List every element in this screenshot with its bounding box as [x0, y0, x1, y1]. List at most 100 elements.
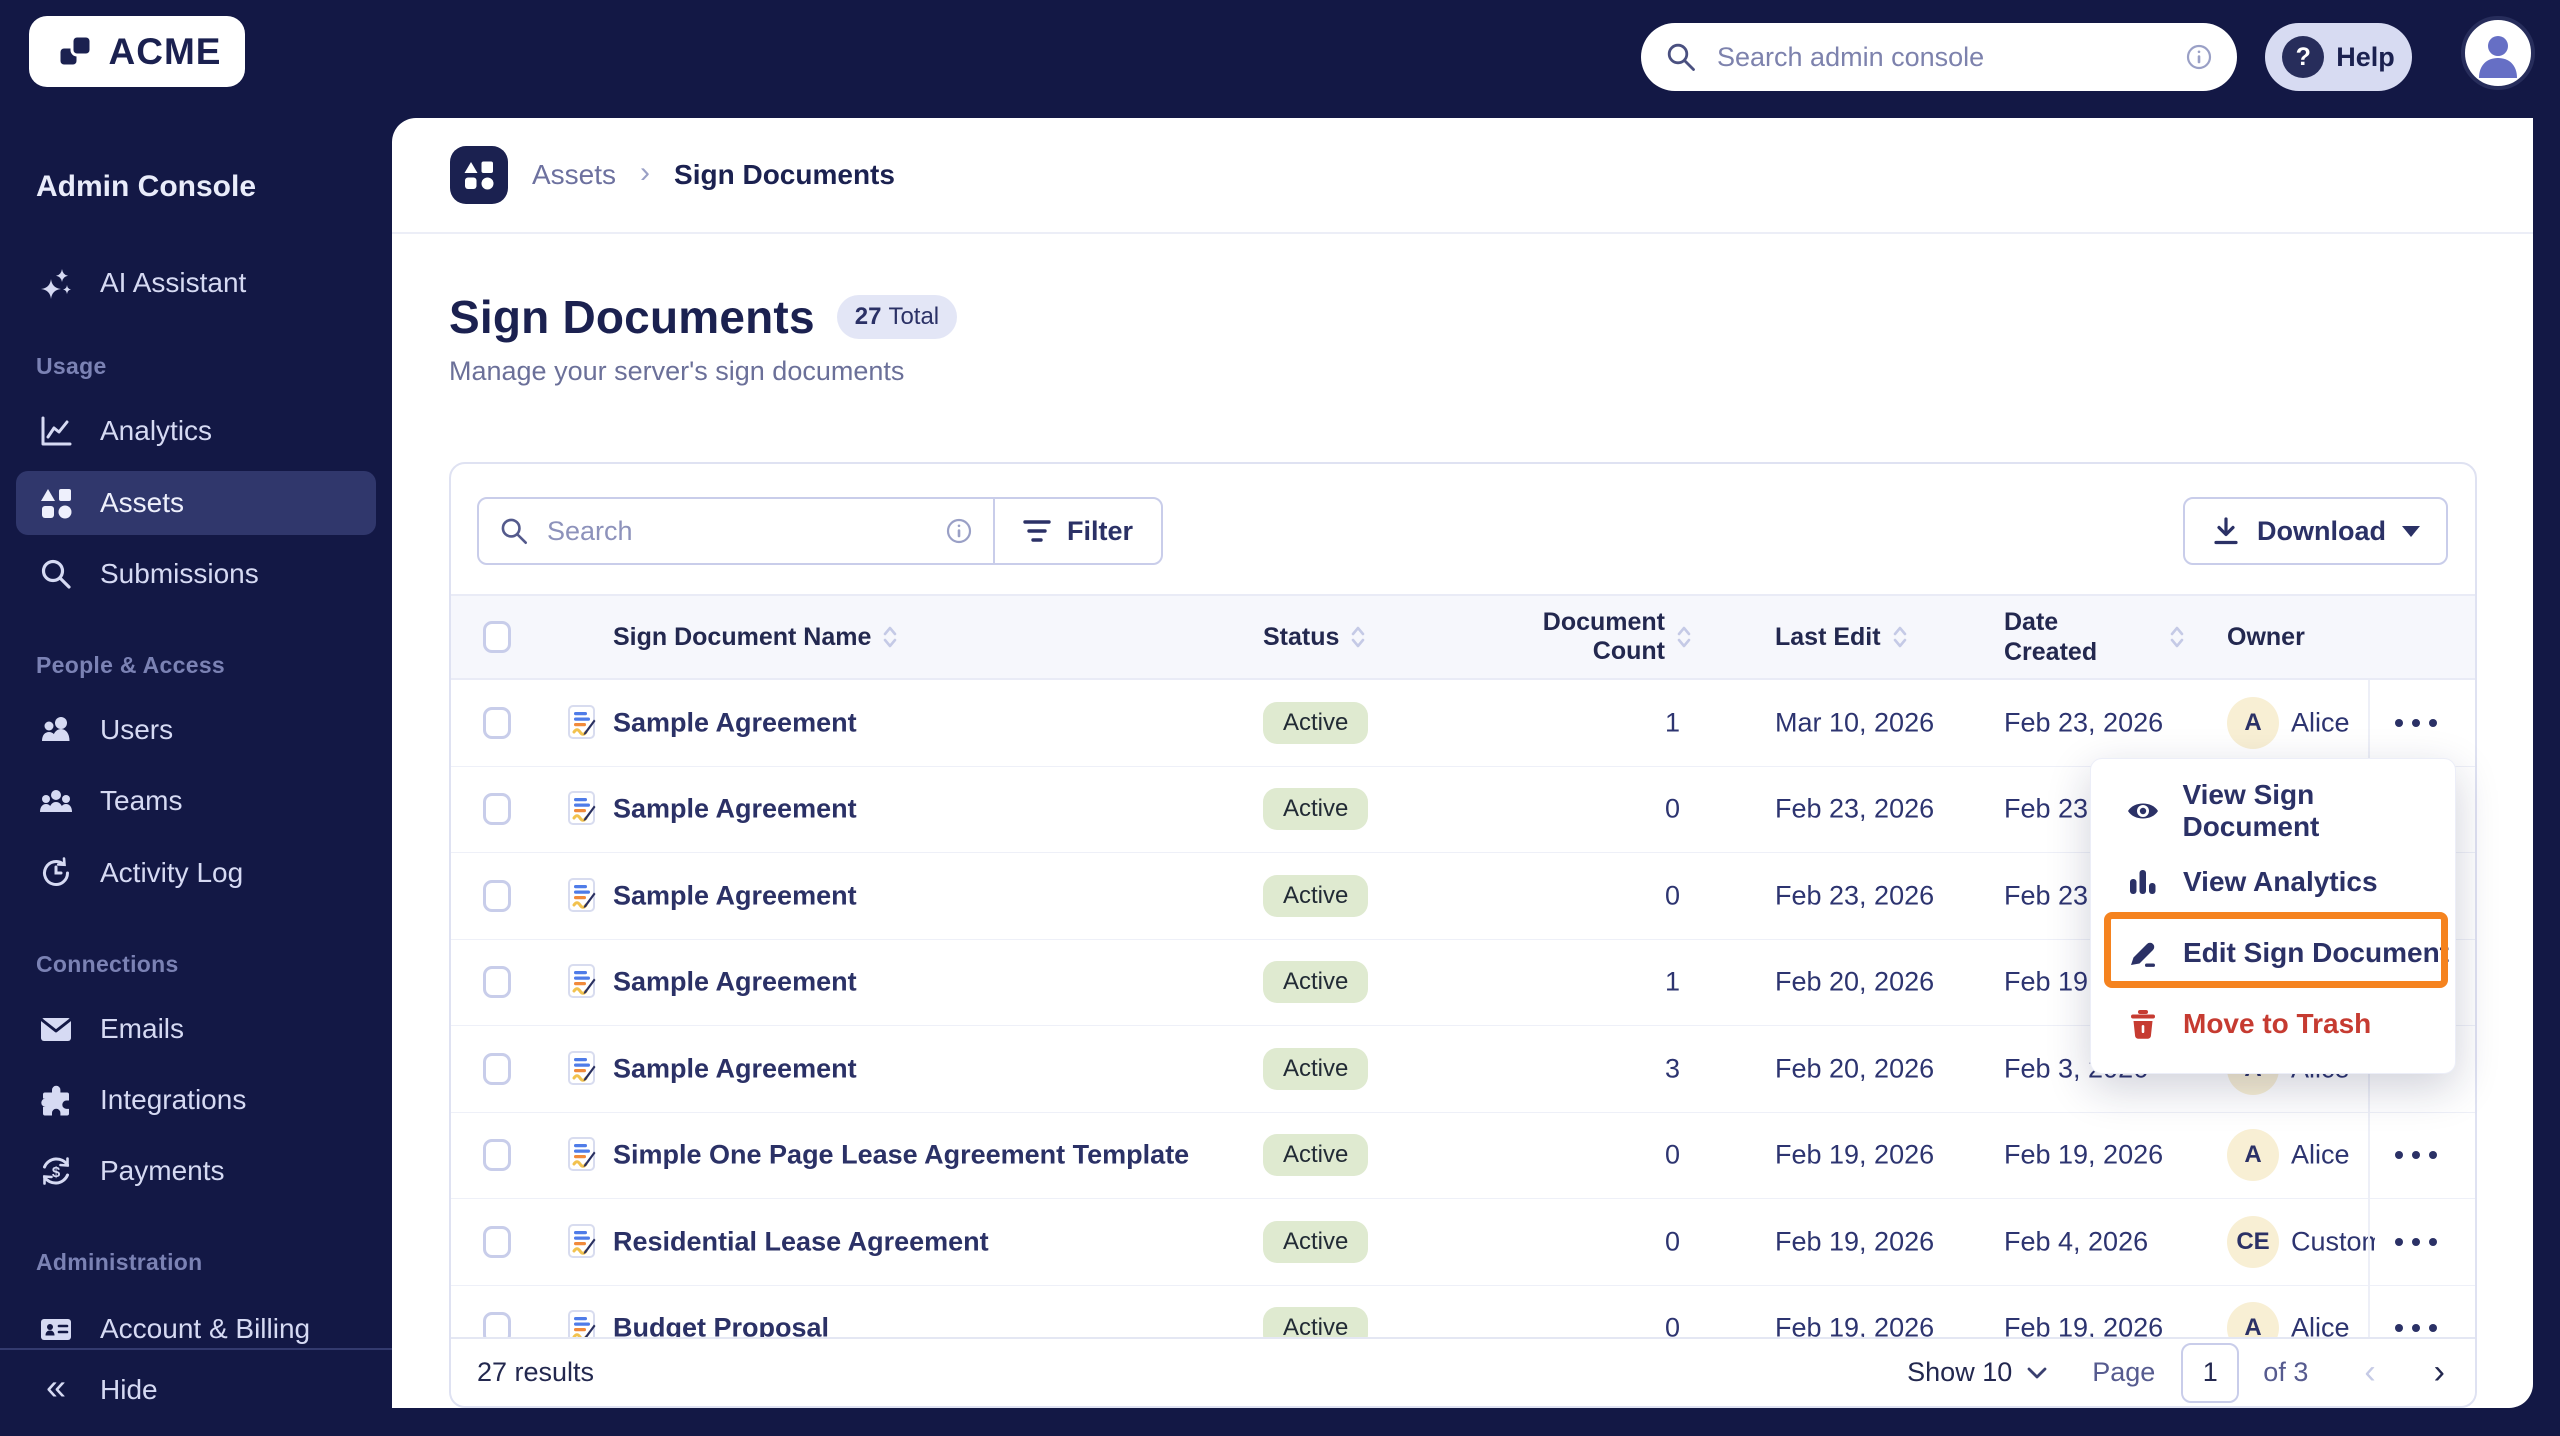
caret-down-icon: [2402, 526, 2420, 546]
status-badge: Active: [1263, 788, 1369, 831]
page-size-select[interactable]: Show 10: [1907, 1357, 2048, 1388]
sidebar-item-teams[interactable]: Teams: [16, 769, 376, 833]
column-header-last-edit[interactable]: Last Edit: [1775, 596, 1907, 678]
ellipsis-icon: [2395, 1324, 2437, 1333]
filter-button[interactable]: Filter: [993, 497, 1164, 565]
total-count-badge: 27 Total: [836, 295, 958, 339]
download-button[interactable]: Download: [2183, 497, 2448, 565]
menu-item-view-sign-document[interactable]: View Sign Document: [2091, 775, 2455, 846]
sidebar-item-account-billing[interactable]: Account & Billing: [16, 1297, 376, 1361]
document-name[interactable]: Sample Agreement: [613, 880, 857, 911]
row-checkbox[interactable]: [483, 1052, 511, 1085]
user-avatar[interactable]: [2461, 16, 2535, 90]
table-search-group: Filter: [477, 497, 1164, 565]
document-name[interactable]: Sample Agreement: [613, 967, 857, 998]
row-actions-button[interactable]: [2393, 1237, 2439, 1247]
owner-name: Alice: [2291, 707, 2350, 738]
table-row[interactable]: Simple One Page Lease Agreement Template…: [451, 1112, 2475, 1199]
column-header-document-count[interactable]: Document Count: [1491, 596, 1691, 678]
column-header-date-created[interactable]: Date Created: [2004, 596, 2184, 678]
previous-page-button[interactable]: ‹: [2364, 1353, 2375, 1392]
row-checkbox[interactable]: [483, 1139, 511, 1172]
menu-item-edit-sign-document[interactable]: Edit Sign Document: [2091, 917, 2455, 988]
document-name[interactable]: Residential Lease Agreement: [613, 1226, 989, 1257]
users-icon: [38, 712, 74, 748]
sidebar-item-activity-log[interactable]: Activity Log: [16, 841, 376, 905]
assets-icon: [450, 146, 508, 204]
info-icon[interactable]: [2185, 43, 2213, 71]
menu-item-view-analytics[interactable]: View Analytics: [2091, 846, 2455, 917]
last-edit-date: Feb 20, 2026: [1775, 966, 1935, 997]
sort-icon[interactable]: [1677, 624, 1691, 650]
info-icon[interactable]: [945, 517, 973, 545]
table-header: Sign Document Name Status Document Count…: [451, 594, 2475, 680]
document-name[interactable]: Sample Agreement: [613, 707, 857, 738]
owner-avatar: CE: [2227, 1215, 2279, 1268]
column-header-status[interactable]: Status: [1263, 596, 1365, 678]
select-all-checkbox[interactable]: [483, 621, 511, 653]
sidebar-item-users[interactable]: Users: [16, 698, 376, 762]
acme-logo[interactable]: ACME: [29, 16, 245, 87]
menu-item-move-to-trash[interactable]: Move to Trash: [2091, 988, 2455, 1059]
column-header-owner: Owner: [2227, 622, 2305, 651]
table-footer: 27 results Show 10 Page of 3 ‹ ›: [451, 1337, 2475, 1406]
sidebar-item-assets[interactable]: Assets: [16, 471, 376, 535]
status-badge: Active: [1263, 961, 1369, 1004]
integrations-icon: [38, 1082, 74, 1118]
help-button[interactable]: ? Help: [2265, 23, 2412, 91]
account-billing-icon: [38, 1311, 74, 1347]
last-edit-date: Feb 20, 2026: [1775, 1053, 1935, 1084]
row-checkbox[interactable]: [483, 879, 511, 912]
sidebar-item-label: Payments: [100, 1155, 225, 1186]
document-name[interactable]: Sample Agreement: [613, 1053, 857, 1084]
breadcrumb: Assets › Sign Documents: [392, 118, 2533, 232]
document-count: 0: [1664, 1226, 1680, 1257]
activity-log-icon: [38, 855, 74, 891]
sidebar-item-emails[interactable]: Emails: [16, 997, 376, 1061]
row-checkbox[interactable]: [483, 793, 511, 826]
sort-icon[interactable]: [2170, 624, 2184, 650]
sidebar-item-label: AI Assistant: [100, 267, 247, 298]
person-icon: [2479, 36, 2517, 78]
sidebar-hide-button[interactable]: « Hide: [16, 1358, 376, 1422]
last-edit-date: Feb 23, 2026: [1775, 880, 1935, 911]
last-edit-date: Feb 19, 2026: [1775, 1139, 1935, 1170]
status-badge: Active: [1263, 1134, 1369, 1177]
ellipsis-icon: [2395, 718, 2437, 727]
row-actions-button[interactable]: [2393, 718, 2439, 728]
status-badge: Active: [1263, 1220, 1369, 1263]
content-panel: Assets › Sign Documents Sign Documents 2…: [392, 118, 2533, 1408]
divider: [392, 232, 2533, 234]
table-row[interactable]: Sample Agreement Active 1 Mar 10, 2026 F…: [451, 680, 2475, 767]
row-checkbox[interactable]: [483, 966, 511, 999]
question-mark-icon: ?: [2282, 36, 2325, 78]
sort-icon[interactable]: [883, 624, 897, 650]
assets-icon: [38, 485, 74, 521]
row-actions-button[interactable]: [2393, 1323, 2439, 1333]
search-icon: [1665, 41, 1697, 73]
column-header-name[interactable]: Sign Document Name: [613, 596, 897, 678]
sidebar-item-ai-assistant[interactable]: AI Assistant: [16, 251, 376, 315]
document-name[interactable]: Sample Agreement: [613, 794, 857, 825]
row-actions-button[interactable]: [2393, 1150, 2439, 1160]
next-page-button[interactable]: ›: [2434, 1353, 2445, 1392]
sidebar-item-analytics[interactable]: Analytics: [16, 399, 376, 463]
page-number-input[interactable]: [2181, 1342, 2240, 1403]
sort-icon[interactable]: [1351, 624, 1365, 650]
sidebar-item-label: Analytics: [100, 415, 213, 446]
sidebar-item-integrations[interactable]: Integrations: [16, 1068, 376, 1132]
sidebar-item-payments[interactable]: $ Payments: [16, 1139, 376, 1203]
breadcrumb-parent[interactable]: Assets: [532, 159, 616, 191]
sort-icon[interactable]: [1893, 624, 1907, 650]
document-name[interactable]: Simple One Page Lease Agreement Template: [613, 1140, 1189, 1171]
admin-search-bar: [1641, 23, 2237, 91]
table-row[interactable]: Residential Lease Agreement Active 0 Feb…: [451, 1199, 2475, 1286]
row-checkbox[interactable]: [483, 1225, 511, 1258]
admin-search-input[interactable]: [1715, 40, 2167, 74]
sidebar-item-submissions[interactable]: Submissions: [16, 542, 376, 606]
row-checkbox[interactable]: [483, 706, 511, 739]
page-subtitle: Manage your server's sign documents: [449, 356, 905, 386]
document-count: 1: [1664, 966, 1680, 997]
collapse-chevrons-icon: «: [45, 1366, 67, 1407]
table-search-input[interactable]: [545, 514, 929, 548]
